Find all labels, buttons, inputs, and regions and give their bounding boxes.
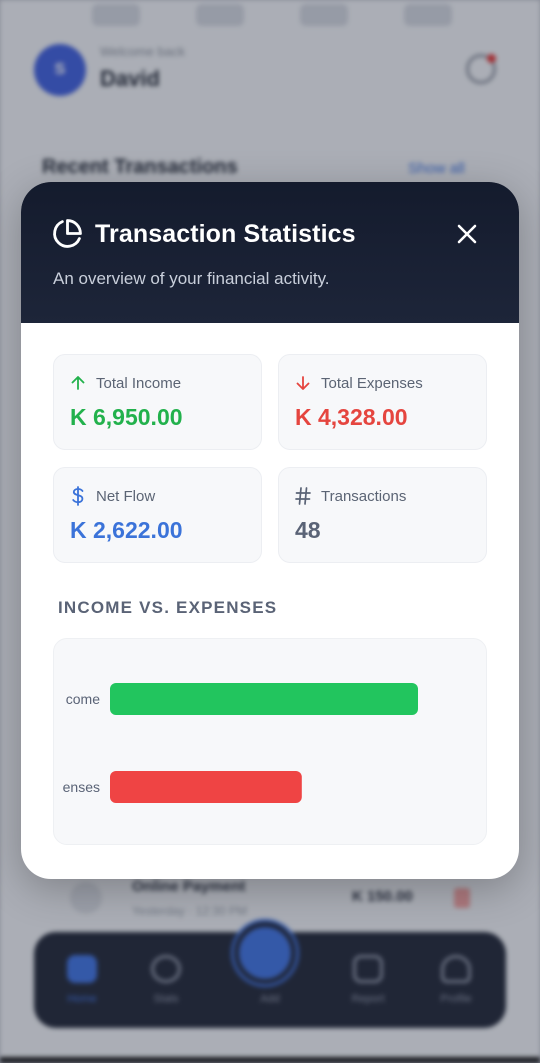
stat-card-transactions: Transactions 48 xyxy=(278,467,487,563)
stat-label: Total Expenses xyxy=(321,374,423,392)
transaction-statistics-modal: Transaction Statistics An overview of yo… xyxy=(21,182,519,879)
modal-title: Transaction Statistics xyxy=(95,220,356,248)
close-button[interactable] xyxy=(449,216,485,252)
stat-label-row: Net Flow xyxy=(70,486,155,506)
stat-card-income: Total Income K 6,950.00 xyxy=(53,354,262,450)
dollar-icon xyxy=(72,486,84,506)
stat-label: Transactions xyxy=(321,487,407,505)
bar-expenses xyxy=(110,771,302,803)
modal-subtitle: An overview of your financial activity. xyxy=(53,269,330,288)
stat-label-row: Total Income xyxy=(70,373,181,393)
stat-card-expenses: Total Expenses K 4,328.00 xyxy=(278,354,487,450)
stat-label: Net Flow xyxy=(96,487,156,505)
stat-label-row: Total Expenses xyxy=(295,373,423,393)
stat-value-net-flow: K 2,622.00 xyxy=(70,517,183,543)
bar-chart: come enses xyxy=(63,683,418,803)
stat-value-expenses: K 4,328.00 xyxy=(295,404,408,430)
modal-header: Transaction Statistics An overview of yo… xyxy=(21,182,519,323)
close-icon xyxy=(457,224,477,244)
tick-label-income: come xyxy=(66,691,100,707)
pie-chart-icon xyxy=(53,219,82,248)
arrow-up-icon xyxy=(71,376,85,390)
stat-value-transactions: 48 xyxy=(295,517,321,543)
stat-card-net-flow: Net Flow K 2,622.00 xyxy=(53,467,262,563)
tick-label-expenses: enses xyxy=(63,779,100,795)
stat-label: Total Income xyxy=(96,374,182,392)
stat-label-row: Transactions xyxy=(295,486,406,506)
income-expenses-chart: come enses xyxy=(53,638,487,845)
hash-icon xyxy=(295,487,311,505)
chart-section-title: INCOME VS. EXPENSES xyxy=(58,598,278,617)
stat-value-income: K 6,950.00 xyxy=(70,404,183,430)
bar-income xyxy=(110,683,418,715)
arrow-down-icon xyxy=(296,376,310,390)
